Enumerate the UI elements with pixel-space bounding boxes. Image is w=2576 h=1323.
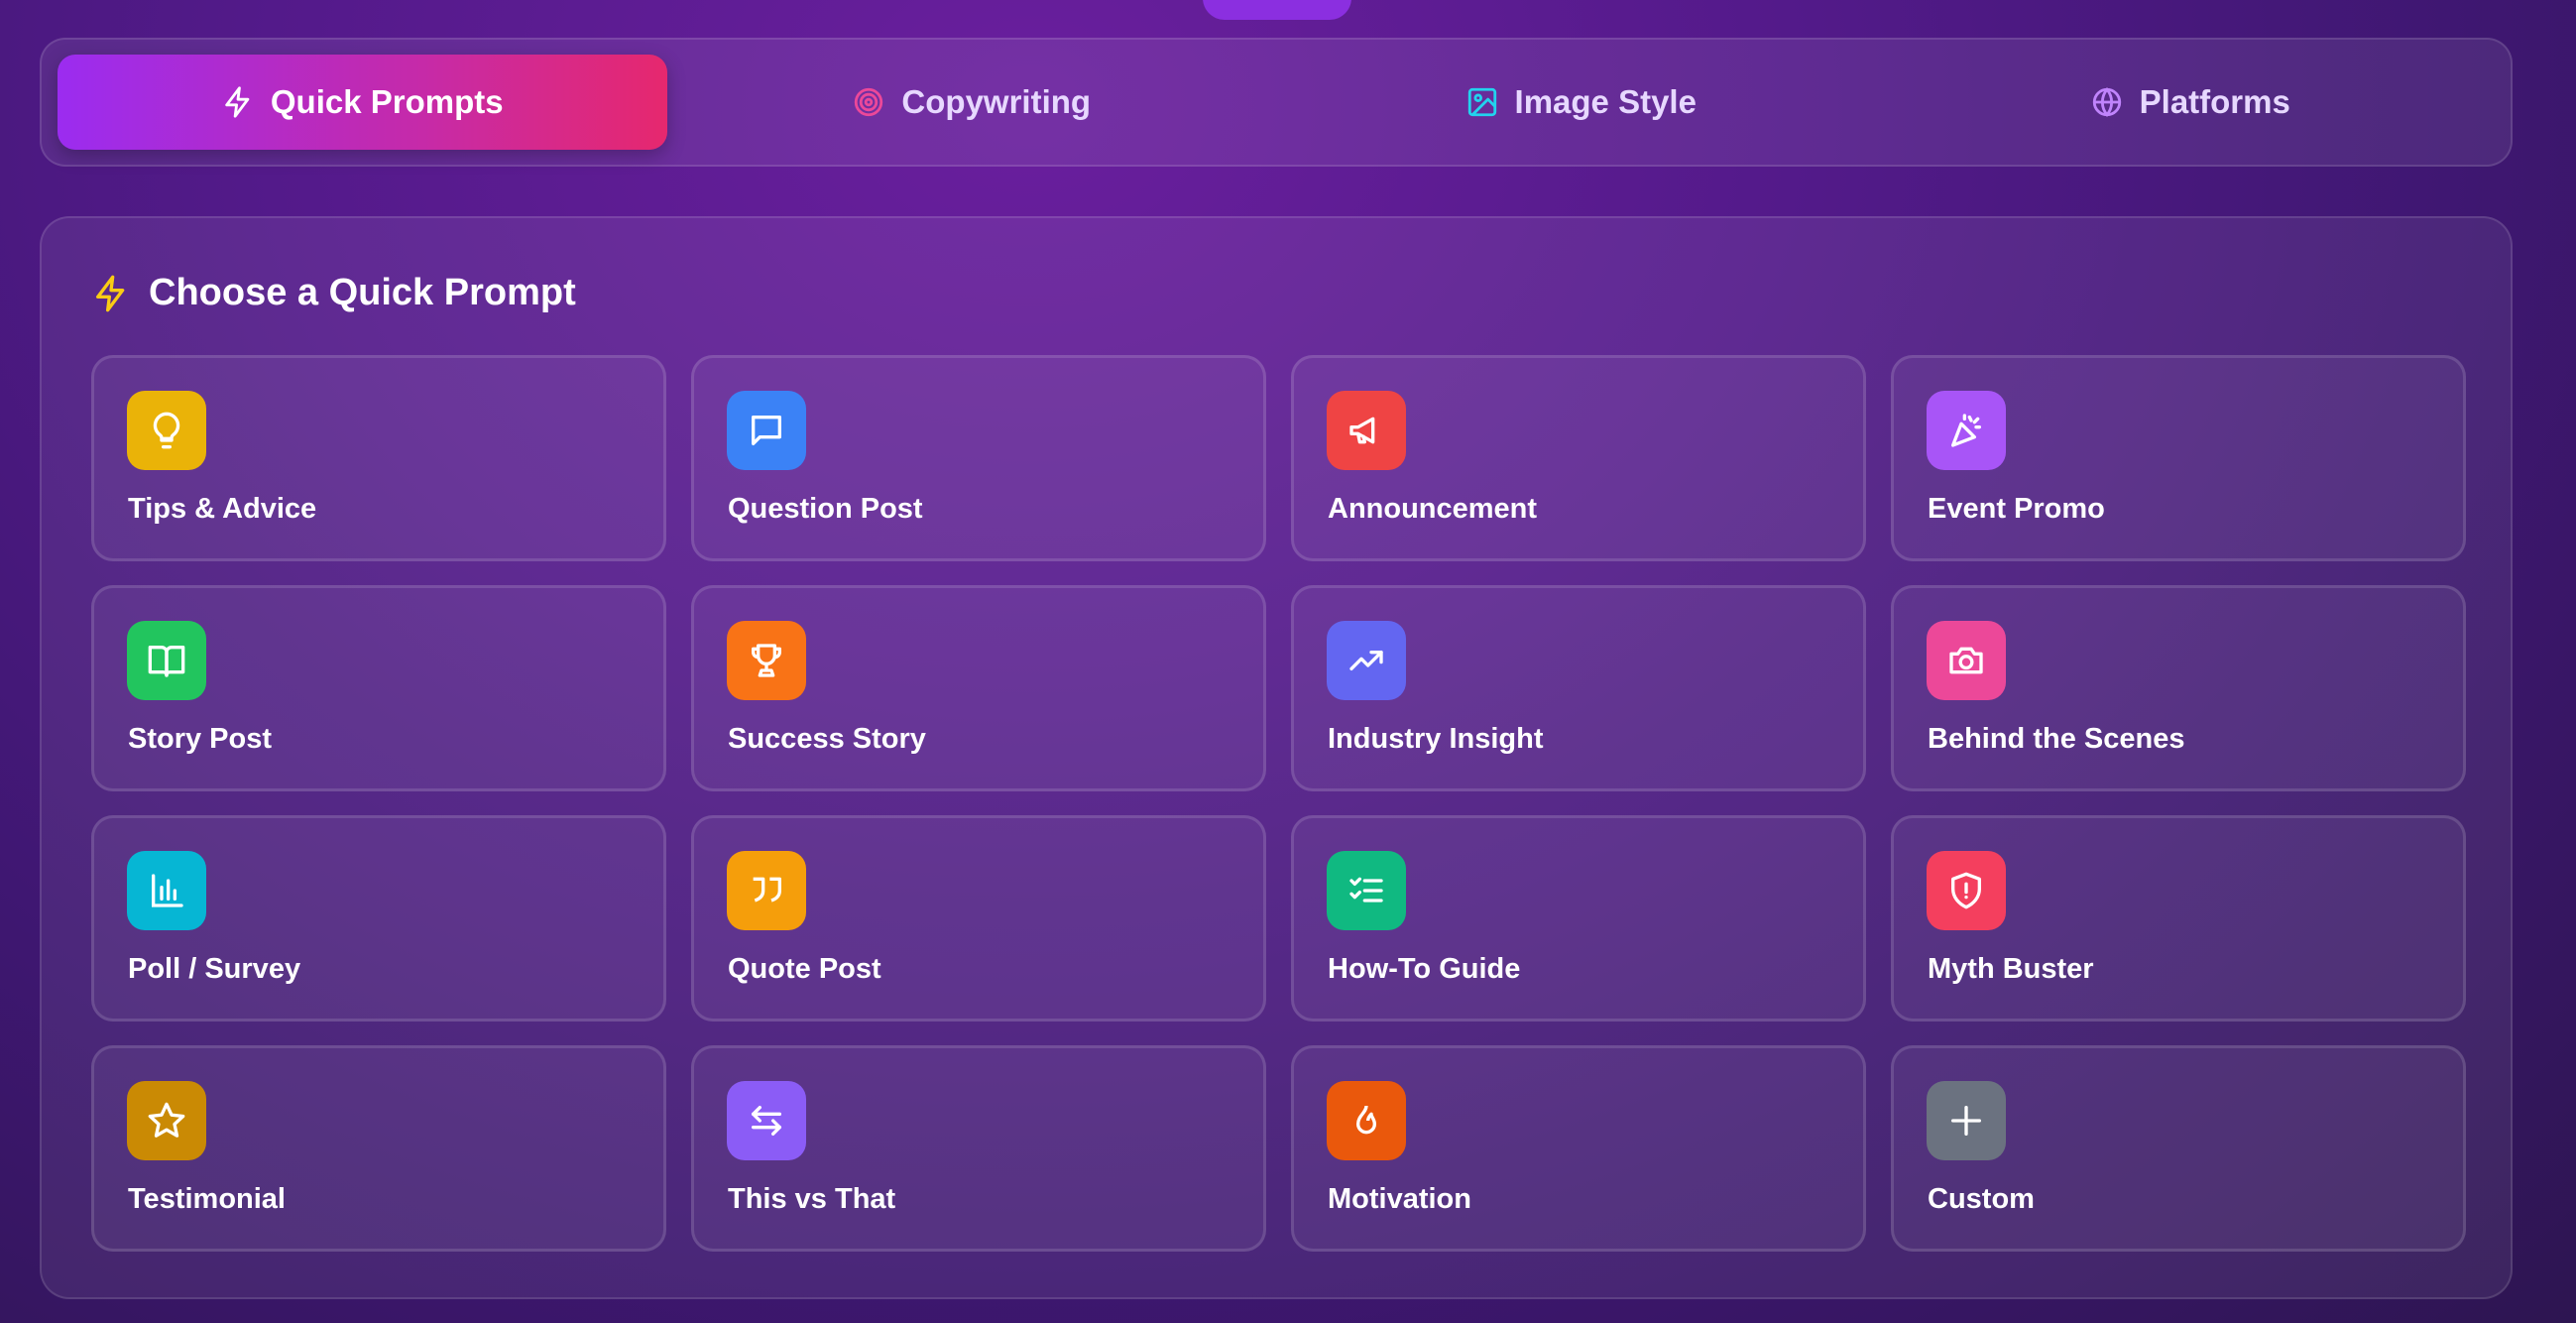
prompt-icon-badge [1327, 621, 1406, 700]
prompt-card-behind-the-scenes[interactable]: Behind the Scenes [1891, 585, 2466, 791]
star-icon [148, 1102, 185, 1138]
open-book-icon [148, 646, 185, 677]
prompt-card-success-story[interactable]: Success Story [691, 585, 1266, 791]
prompt-icon-badge [1927, 621, 2006, 700]
prompt-label: Announcement [1328, 493, 1538, 525]
tab-label: Copywriting [901, 83, 1092, 120]
shield-alert-icon [1951, 872, 1981, 909]
prompt-card-testimonial[interactable]: Testimonial [91, 1045, 666, 1252]
prompt-icon-badge [127, 1081, 206, 1160]
prompt-icon-badge [1927, 391, 2006, 470]
plus-icon [1951, 1106, 1981, 1136]
prompt-icon-badge [727, 1081, 806, 1160]
prompt-card-announcement[interactable]: Announcement [1291, 355, 1866, 561]
prompt-card-how-to-guide[interactable]: How-To Guide [1291, 815, 1866, 1022]
prompt-label: Success Story [728, 723, 926, 755]
tab-quick-prompts[interactable]: Quick Prompts [58, 55, 667, 150]
prompt-card-motivation[interactable]: Motivation [1291, 1045, 1866, 1252]
tab-image-style[interactable]: Image Style [1276, 55, 1886, 150]
prompt-card-poll-survey[interactable]: Poll / Survey [91, 815, 666, 1022]
prompt-icon-badge [1327, 1081, 1406, 1160]
prompt-label: How-To Guide [1328, 953, 1521, 985]
prompt-icon-badge [727, 391, 806, 470]
party-popper-icon [1951, 414, 1981, 447]
tab-copywriting[interactable]: Copywriting [667, 55, 1277, 150]
tab-bar: Quick Prompts Copywriting Image Style Pl… [40, 38, 2513, 167]
target-icon [855, 87, 883, 117]
prompt-icon-badge [1327, 851, 1406, 930]
prompt-label: Poll / Survey [128, 953, 301, 985]
prompt-icon-badge [727, 851, 806, 930]
image-icon [1467, 87, 1496, 117]
prompt-icon-badge [127, 851, 206, 930]
lightbulb-icon [153, 412, 180, 449]
prompt-card-story-post[interactable]: Story Post [91, 585, 666, 791]
prompt-label: Custom [1928, 1183, 2035, 1215]
prompt-label: Industry Insight [1328, 723, 1544, 755]
prompt-label: Testimonial [128, 1183, 286, 1215]
trophy-icon [752, 644, 781, 677]
globe-icon [2092, 87, 2121, 117]
prompt-grid: Tips & Advice Question Post Announcement… [91, 355, 2466, 1252]
prompt-card-industry-insight[interactable]: Industry Insight [1291, 585, 1866, 791]
prompt-icon-badge [1327, 391, 1406, 470]
lightning-icon [225, 86, 250, 118]
prompt-icon-badge [1927, 1081, 2006, 1160]
prompt-card-custom[interactable]: Custom [1891, 1045, 2466, 1252]
bar-chart-icon [152, 874, 183, 907]
prompt-icon-badge [1927, 851, 2006, 930]
quick-prompt-panel: Choose a Quick Prompt Tips & Advice Ques… [40, 216, 2513, 1299]
camera-icon [1949, 647, 1983, 674]
tab-platforms[interactable]: Platforms [1886, 55, 2496, 150]
prompt-icon-badge [127, 391, 206, 470]
prompt-card-event-promo[interactable]: Event Promo [1891, 355, 2466, 561]
prompt-icon-badge [127, 621, 206, 700]
panel-title: Choose a Quick Prompt [149, 272, 576, 313]
prompt-label: Event Promo [1928, 493, 2105, 525]
prompt-card-myth-buster[interactable]: Myth Buster [1891, 815, 2466, 1022]
lightning-icon [96, 275, 125, 311]
tab-label: Quick Prompts [270, 83, 504, 120]
chat-bubble-icon [752, 416, 781, 445]
prompt-label: Myth Buster [1928, 953, 2094, 985]
trending-up-icon [1349, 651, 1383, 670]
prompt-label: This vs That [728, 1183, 896, 1215]
top-handle[interactable] [1203, 0, 1351, 20]
tab-label: Image Style [1514, 83, 1697, 120]
flame-icon [1356, 1105, 1376, 1135]
checklist-icon [1349, 877, 1383, 902]
quote-icon [753, 877, 781, 902]
panel-header: Choose a Quick Prompt [91, 272, 576, 314]
prompt-label: Motivation [1328, 1183, 1471, 1215]
prompt-card-tips-advice[interactable]: Tips & Advice [91, 355, 666, 561]
megaphone-icon [1349, 417, 1375, 444]
tab-label: Platforms [2139, 83, 2290, 120]
prompt-label: Story Post [128, 723, 273, 755]
prompt-card-quote-post[interactable]: Quote Post [691, 815, 1266, 1022]
prompt-card-this-vs-that[interactable]: This vs That [691, 1045, 1266, 1252]
prompt-card-question-post[interactable]: Question Post [691, 355, 1266, 561]
prompt-label: Behind the Scenes [1928, 723, 2185, 755]
swap-arrows-icon [752, 1106, 781, 1136]
prompt-icon-badge [727, 621, 806, 700]
prompt-label: Tips & Advice [128, 493, 317, 525]
prompt-label: Quote Post [728, 953, 881, 985]
prompt-label: Question Post [728, 493, 923, 525]
